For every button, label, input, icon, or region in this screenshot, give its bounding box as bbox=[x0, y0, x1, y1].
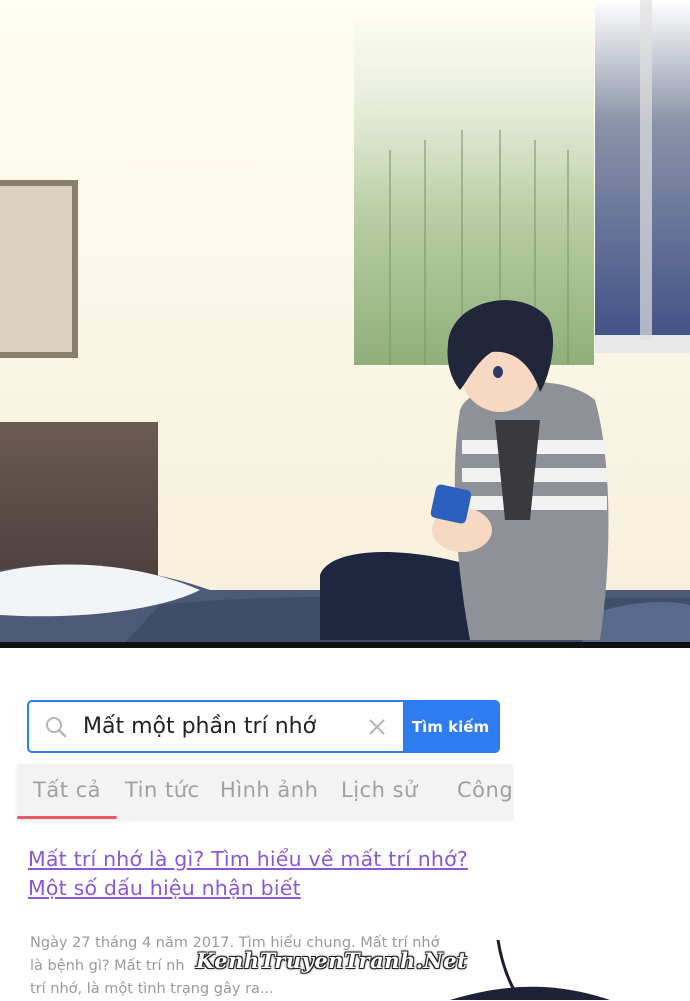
result-title-link[interactable]: Mất trí nhớ là gì? Tìm hiểu về mất trí n… bbox=[28, 845, 498, 903]
result-title-line2[interactable]: Một số dấu hiệu nhận biết bbox=[28, 876, 301, 900]
watermark: KenhTruyenTranh.Net bbox=[196, 948, 468, 973]
comic-panel bbox=[0, 0, 690, 648]
search-tabs: Tất cả Tin tức Hình ảnh Lịch sử Công bbox=[17, 764, 513, 820]
search-bar: Tìm kiếm bbox=[27, 700, 500, 753]
hair-illustration bbox=[450, 939, 610, 1000]
tab-all[interactable]: Tất cả bbox=[33, 778, 101, 802]
tab-history[interactable]: Lịch sử bbox=[341, 778, 418, 802]
search-button[interactable]: Tìm kiếm bbox=[403, 702, 498, 751]
close-icon[interactable] bbox=[351, 717, 403, 737]
tab-more[interactable]: Công bbox=[457, 778, 513, 802]
snippet-line3: trí nhớ, là một tình trạng gây ra... bbox=[30, 981, 274, 997]
search-icon[interactable] bbox=[29, 715, 83, 739]
tab-images[interactable]: Hình ảnh bbox=[220, 778, 318, 802]
search-input[interactable] bbox=[83, 714, 351, 739]
active-tab-indicator bbox=[17, 816, 117, 819]
tab-news[interactable]: Tin tức bbox=[125, 778, 200, 802]
result-title-line1[interactable]: Mất trí nhớ là gì? Tìm hiểu về mất trí n… bbox=[28, 847, 468, 871]
comic-illustration bbox=[0, 0, 690, 642]
